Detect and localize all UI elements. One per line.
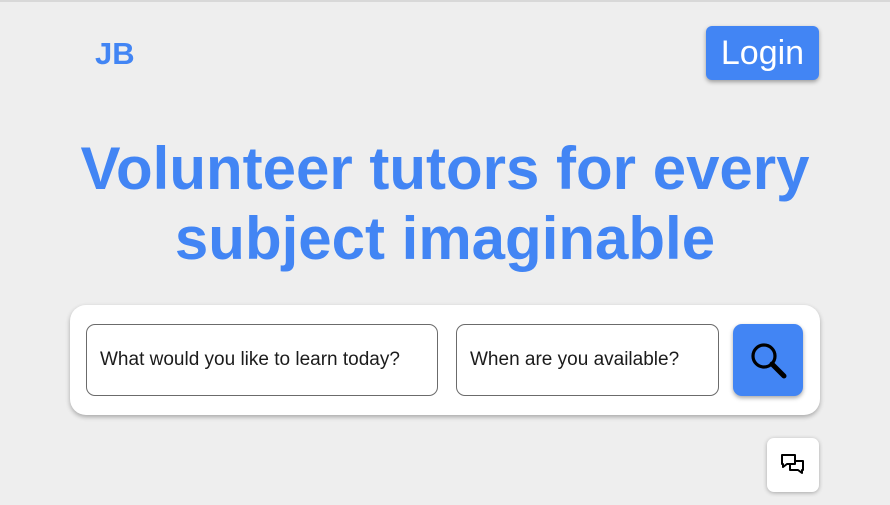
subject-placeholder: What would you like to learn today? xyxy=(100,349,400,370)
search-button[interactable] xyxy=(733,324,803,396)
hero-line-1: Volunteer tutors for every xyxy=(80,135,810,202)
hero-line-2: subject imaginable xyxy=(174,205,716,272)
availability-input[interactable]: When are you available? xyxy=(456,324,719,396)
logo[interactable]: JB xyxy=(95,36,135,72)
chat-button[interactable] xyxy=(767,438,819,492)
search-card: What would you like to learn today? When… xyxy=(70,305,820,415)
search-icon xyxy=(751,343,787,379)
top-divider xyxy=(0,0,890,2)
login-button[interactable]: Login xyxy=(706,26,819,80)
availability-placeholder: When are you available? xyxy=(470,349,680,370)
chat-icon xyxy=(781,454,804,474)
hero-heading: Volunteer tutors for every subject imagi… xyxy=(0,134,890,274)
subject-search-input[interactable]: What would you like to learn today? xyxy=(86,324,438,396)
